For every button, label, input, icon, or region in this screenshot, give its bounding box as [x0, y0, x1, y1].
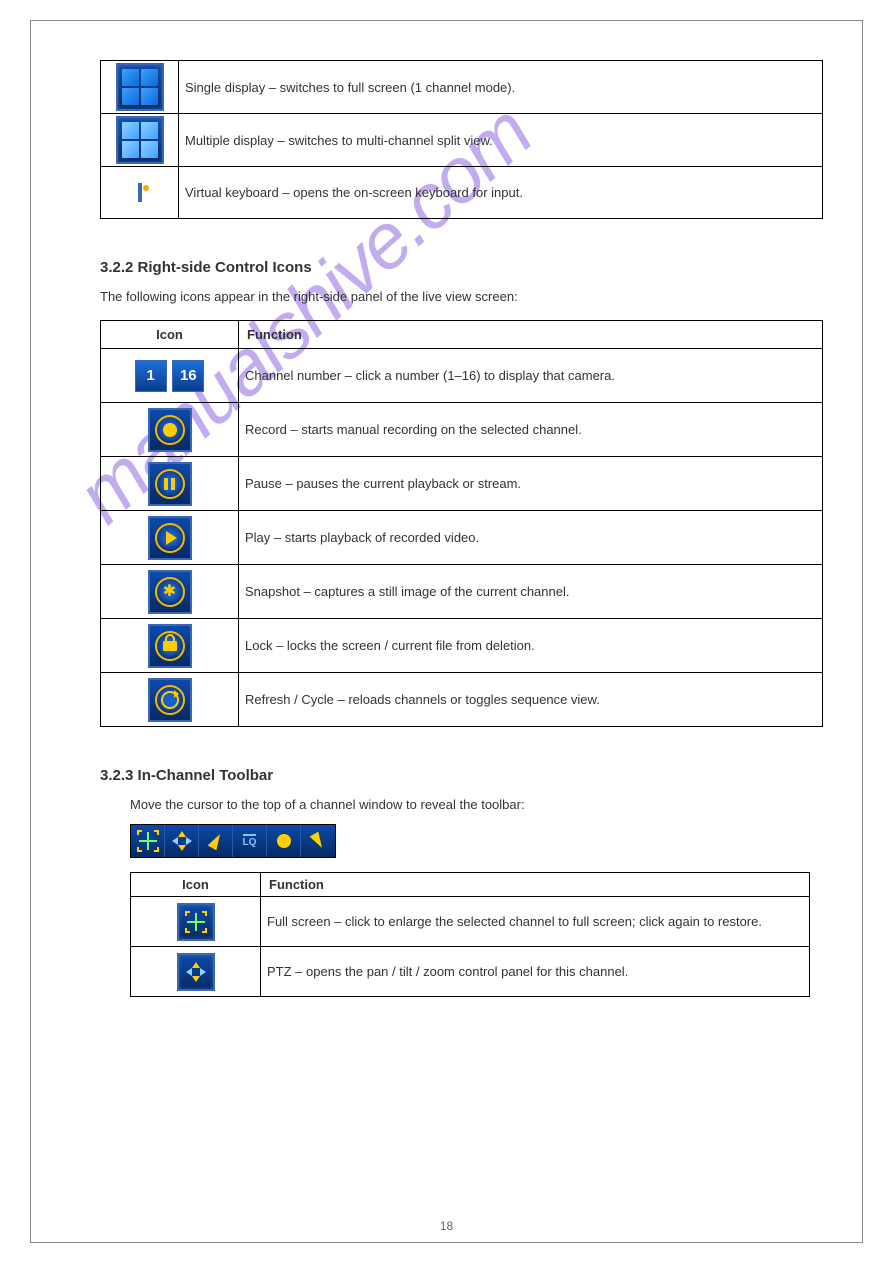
col-header-func: Function: [261, 873, 810, 897]
section-text-3: Move the cursor to the top of a channel …: [130, 796, 823, 814]
page-content: Single display – switches to full screen…: [100, 60, 823, 997]
icon-cell: [101, 167, 179, 219]
desc-cell: Virtual keyboard – opens the on-screen k…: [179, 167, 823, 219]
channel-number-16-icon: 16: [172, 360, 204, 392]
ptz-icon: [177, 953, 215, 991]
snapshot-icon: ✱: [148, 570, 192, 614]
play-icon: [148, 516, 192, 560]
quality-tool-icon: LQ: [233, 825, 267, 857]
record-icon: [148, 408, 192, 452]
section-text-2: The following icons appear in the right-…: [100, 288, 823, 306]
single-display-icon: [116, 63, 164, 111]
table-row: Lock – locks the screen / current file f…: [101, 619, 823, 673]
fullscreen-tool-icon: [131, 825, 165, 857]
page-number: 18: [0, 1219, 893, 1233]
zoom-in-tool-icon: [199, 825, 233, 857]
multi-display-icon: [116, 116, 164, 164]
table-right-panel-icons: Icon Function 1 16 Channel number – clic…: [100, 320, 823, 727]
virtual-keyboard-icon: [138, 183, 142, 202]
desc-cell: Multiple display – switches to multi-cha…: [179, 114, 823, 167]
col-header-icon: Icon: [101, 321, 239, 349]
table-row: Virtual keyboard – opens the on-screen k…: [101, 167, 823, 219]
table-row: 1 16 Channel number – click a number (1–…: [101, 349, 823, 403]
table-row: Full screen – click to enlarge the selec…: [131, 897, 810, 947]
desc-cell: Single display – switches to full screen…: [179, 61, 823, 114]
icon-cell: [101, 619, 239, 673]
icon-cell: [101, 457, 239, 511]
icon-cell: [131, 897, 261, 947]
table-row: Multiple display – switches to multi-cha…: [101, 114, 823, 167]
desc-cell: Channel number – click a number (1–16) t…: [239, 349, 823, 403]
desc-cell: PTZ – opens the pan / tilt / zoom contro…: [261, 947, 810, 997]
desc-cell: Pause – pauses the current playback or s…: [239, 457, 823, 511]
desc-cell: Refresh / Cycle – reloads channels or to…: [239, 673, 823, 727]
desc-cell: Snapshot – captures a still image of the…: [239, 565, 823, 619]
section-title-3: 3.2.3 In-Channel Toolbar: [100, 767, 823, 784]
table-channel-toolbar: Icon Function Full screen – click to enl…: [130, 872, 810, 997]
desc-cell: Play – starts playback of recorded video…: [239, 511, 823, 565]
desc-cell: Full screen – click to enlarge the selec…: [261, 897, 810, 947]
table-row: Pause – pauses the current playback or s…: [101, 457, 823, 511]
zoom-out-tool-icon: [301, 825, 335, 857]
col-header-icon: Icon: [131, 873, 261, 897]
pause-icon: [148, 462, 192, 506]
ptz-tool-icon: [165, 825, 199, 857]
icon-cell: [101, 673, 239, 727]
record-tool-icon: [267, 825, 301, 857]
lock-icon: [148, 624, 192, 668]
table-row: ✱ Snapshot – captures a still image of t…: [101, 565, 823, 619]
fullscreen-icon: [177, 903, 215, 941]
icon-cell: 1 16: [101, 349, 239, 403]
channel-number-1-icon: 1: [135, 360, 167, 392]
section-title-2: 3.2.2 Right-side Control Icons: [100, 259, 823, 276]
desc-cell: Record – starts manual recording on the …: [239, 403, 823, 457]
table-display-mode: Single display – switches to full screen…: [100, 60, 823, 219]
icon-cell: [101, 511, 239, 565]
col-header-func: Function: [239, 321, 823, 349]
table-row: Single display – switches to full screen…: [101, 61, 823, 114]
icon-cell: [101, 61, 179, 114]
desc-cell: Lock – locks the screen / current file f…: [239, 619, 823, 673]
table-row: Record – starts manual recording on the …: [101, 403, 823, 457]
table-row: Play – starts playback of recorded video…: [101, 511, 823, 565]
icon-cell: [101, 403, 239, 457]
channel-toolbar-strip: LQ: [130, 824, 336, 858]
icon-cell: [131, 947, 261, 997]
table-row: Refresh / Cycle – reloads channels or to…: [101, 673, 823, 727]
table-row: PTZ – opens the pan / tilt / zoom contro…: [131, 947, 810, 997]
icon-cell: ✱: [101, 565, 239, 619]
refresh-icon: [148, 678, 192, 722]
icon-cell: [101, 114, 179, 167]
